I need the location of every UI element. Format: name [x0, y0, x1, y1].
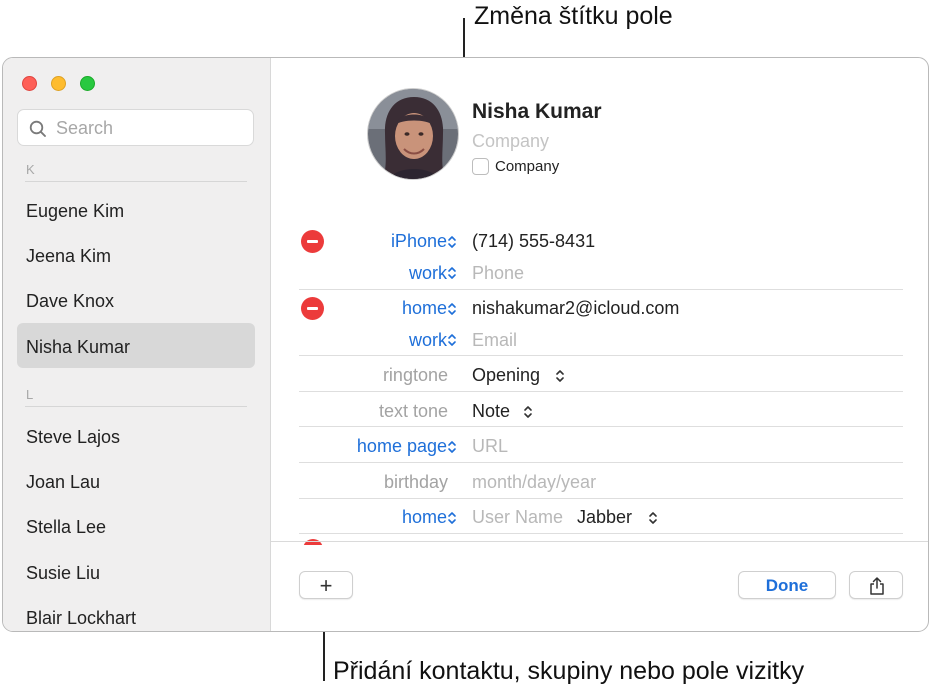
birthday-label: birthday: [383, 472, 448, 492]
chevron-updown-icon[interactable]: [447, 511, 457, 525]
field-separator: [299, 533, 903, 534]
plus-icon: +: [319, 573, 333, 598]
section-divider: [25, 181, 247, 182]
contact-item[interactable]: Susie Liu: [26, 563, 100, 584]
field-separator: [299, 355, 903, 356]
field-label-dropdown[interactable]: work: [409, 263, 447, 284]
chevron-updown-icon[interactable]: [447, 302, 457, 316]
ringtone-label: ringtone: [382, 365, 448, 385]
field-label-dropdown[interactable]: home page: [357, 436, 447, 457]
contact-photo[interactable]: [367, 88, 459, 180]
contact-item[interactable]: Jeena Kim: [26, 246, 111, 267]
company-checkbox-label: Company: [495, 158, 560, 175]
url-field[interactable]: URL: [472, 436, 508, 457]
contact-item[interactable]: Dave Knox: [26, 291, 114, 312]
footer-divider: [271, 541, 928, 542]
company-field[interactable]: Company: [472, 131, 549, 152]
phone-value[interactable]: (714) 555-8431: [472, 231, 595, 252]
section-header-l: L: [26, 387, 34, 402]
minimize-window-button[interactable]: [51, 76, 66, 91]
im-service-popup[interactable]: Jabber: [577, 507, 632, 528]
close-window-button[interactable]: [22, 76, 37, 91]
field-separator: [299, 462, 903, 463]
callout-change-field-label: Změna štítku pole: [474, 2, 673, 30]
done-button-label: Done: [765, 576, 809, 595]
text-tone-label: text tone: [378, 401, 448, 421]
field-label-dropdown[interactable]: home: [402, 507, 447, 528]
chevron-updown-icon[interactable]: [555, 369, 565, 383]
chevron-updown-icon[interactable]: [447, 235, 457, 249]
remove-field-button[interactable]: [301, 297, 324, 320]
chevron-updown-icon[interactable]: [447, 333, 457, 347]
share-button[interactable]: [849, 571, 903, 599]
chevron-updown-icon[interactable]: [523, 405, 533, 419]
contacts-window: K Eugene Kim Jeena Kim Dave Knox Nisha K…: [2, 57, 929, 632]
contact-item[interactable]: Steve Lajos: [26, 427, 120, 448]
phone-field[interactable]: Phone: [472, 263, 524, 284]
contact-item-selected[interactable]: Nisha Kumar: [26, 337, 130, 358]
chevron-updown-icon[interactable]: [447, 266, 457, 280]
add-field-button[interactable]: +: [299, 571, 353, 599]
contact-item[interactable]: Joan Lau: [26, 472, 100, 493]
field-separator: [299, 391, 903, 392]
section-divider: [25, 406, 247, 407]
field-separator: [299, 426, 903, 427]
company-checkbox[interactable]: [472, 158, 489, 175]
birthday-field[interactable]: month/day/year: [472, 472, 596, 493]
sidebar: K Eugene Kim Jeena Kim Dave Knox Nisha K…: [3, 58, 271, 631]
field-label-dropdown[interactable]: iPhone: [391, 231, 447, 252]
contact-name[interactable]: Nisha Kumar: [472, 100, 602, 124]
contact-item[interactable]: Blair Lockhart: [26, 608, 136, 629]
email-value[interactable]: nishakumar2@icloud.com: [472, 298, 679, 319]
search-field[interactable]: [17, 109, 254, 146]
contact-item[interactable]: Eugene Kim: [26, 201, 124, 222]
remove-field-button[interactable]: [301, 230, 324, 253]
contact-item[interactable]: Stella Lee: [26, 517, 106, 538]
callout-add-item: Přidání kontaktu, skupiny nebo pole vizi…: [333, 657, 805, 685]
text-tone-popup[interactable]: Note: [472, 401, 510, 422]
zoom-window-button[interactable]: [80, 76, 95, 91]
email-field[interactable]: Email: [472, 330, 517, 351]
chevron-updown-icon[interactable]: [447, 440, 457, 454]
ringtone-popup[interactable]: Opening: [472, 365, 540, 386]
share-icon: [870, 577, 884, 595]
username-field[interactable]: User Name: [472, 507, 563, 528]
search-icon: [29, 120, 46, 137]
done-button[interactable]: Done: [738, 571, 836, 599]
search-input[interactable]: [56, 116, 246, 140]
field-separator: [299, 289, 903, 290]
chevron-updown-icon[interactable]: [648, 511, 658, 525]
section-header-k: K: [26, 162, 35, 177]
remove-field-button[interactable]: [303, 539, 323, 545]
field-label-dropdown[interactable]: work: [409, 330, 447, 351]
field-label-dropdown[interactable]: home: [402, 298, 447, 319]
field-separator: [299, 498, 903, 499]
